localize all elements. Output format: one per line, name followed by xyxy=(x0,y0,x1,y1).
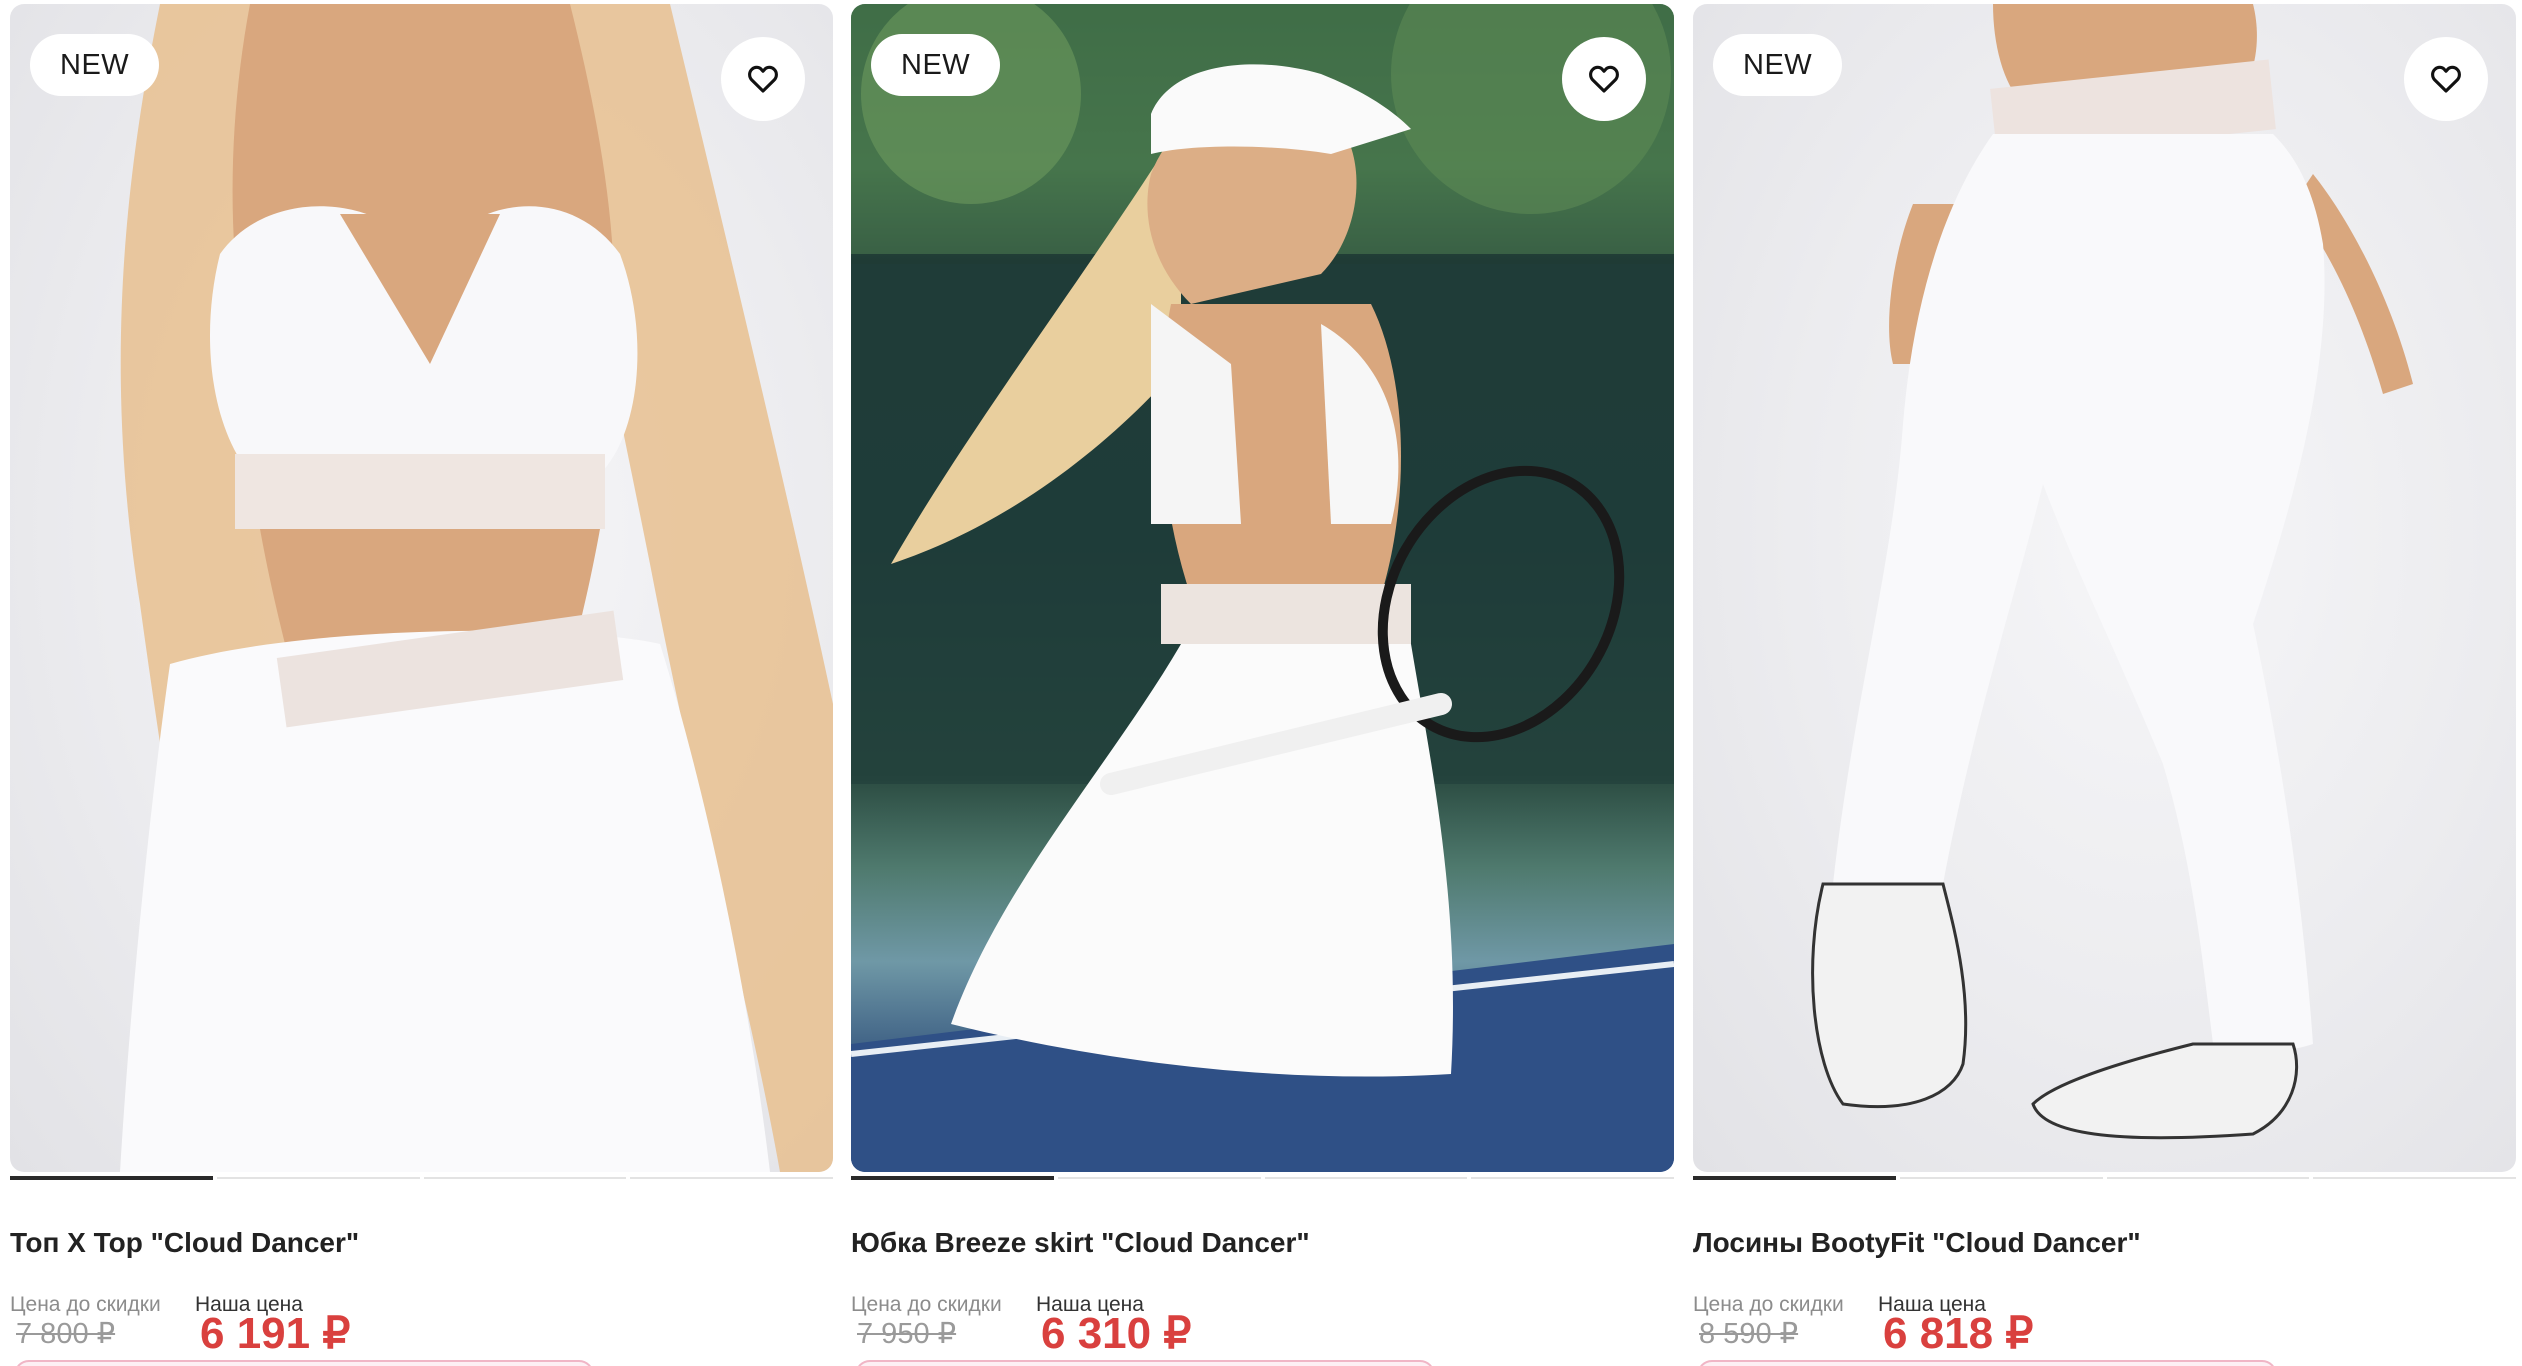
old-price-label: Цена до скидки xyxy=(851,1293,1002,1316)
heart-icon xyxy=(2431,65,2461,93)
product-image[interactable]: NEW xyxy=(851,4,1674,1172)
slide-indicators[interactable] xyxy=(851,1176,1674,1180)
product-photo-illustration xyxy=(851,4,1674,1172)
heart-icon xyxy=(1589,65,1619,93)
product-photo-illustration xyxy=(120,4,833,1172)
slide-indicator[interactable] xyxy=(423,1177,627,1179)
product-title[interactable]: Лосины BootyFit "Cloud Dancer" xyxy=(1693,1227,2141,1259)
favorite-button[interactable] xyxy=(2404,37,2488,121)
sale-price: 6 818 ₽ xyxy=(1883,1309,2034,1358)
new-badge: NEW xyxy=(1713,34,1843,96)
slide-indicators[interactable] xyxy=(10,1176,833,1180)
old-price: 8 590 ₽ xyxy=(1699,1318,1799,1350)
favorite-button[interactable] xyxy=(721,37,805,121)
old-price: 7 800 ₽ xyxy=(16,1318,116,1350)
product-title[interactable]: Юбка Breeze skirt "Cloud Dancer" xyxy=(851,1227,1310,1259)
product-card[interactable]: NEW Топ X Top "Cloud Dancer" Цена до ски… xyxy=(10,0,833,1366)
slide-indicator[interactable] xyxy=(1264,1177,1468,1179)
sale-price: 6 191 ₽ xyxy=(200,1309,351,1358)
product-photo-illustration xyxy=(1811,4,2413,1140)
slide-indicators[interactable] xyxy=(1693,1176,2516,1180)
sale-price: 6 310 ₽ xyxy=(1041,1309,1192,1358)
slide-indicator[interactable] xyxy=(1471,1177,1674,1179)
slide-indicator[interactable] xyxy=(1057,1177,1261,1179)
add-to-cart-button[interactable] xyxy=(14,1360,594,1366)
old-price-label: Цена до скидки xyxy=(1693,1293,1844,1316)
slide-indicator[interactable] xyxy=(2313,1177,2516,1179)
product-card[interactable]: NEW Юбка Breeze skirt "Cloud Dancer" Цен… xyxy=(851,0,1674,1366)
product-grid: NEW Топ X Top "Cloud Dancer" Цена до ски… xyxy=(0,0,2522,1366)
slide-indicator[interactable] xyxy=(1899,1177,2103,1179)
slide-indicator[interactable] xyxy=(2106,1177,2310,1179)
product-image[interactable]: NEW xyxy=(10,4,833,1172)
slide-indicator[interactable] xyxy=(10,1176,213,1180)
product-card[interactable]: NEW Лосины BootyFit "Cloud Dancer" Цена … xyxy=(1693,0,2516,1366)
product-title[interactable]: Топ X Top "Cloud Dancer" xyxy=(10,1227,359,1259)
new-badge: NEW xyxy=(30,34,160,96)
favorite-button[interactable] xyxy=(1562,37,1646,121)
slide-indicator[interactable] xyxy=(630,1177,833,1179)
old-price-label: Цена до скидки xyxy=(10,1293,161,1316)
slide-indicator[interactable] xyxy=(216,1177,420,1179)
add-to-cart-button[interactable] xyxy=(855,1360,1435,1366)
product-image[interactable]: NEW xyxy=(1693,4,2516,1172)
old-price: 7 950 ₽ xyxy=(857,1318,957,1350)
slide-indicator[interactable] xyxy=(851,1176,1054,1180)
slide-indicator[interactable] xyxy=(1693,1176,1896,1180)
new-badge: NEW xyxy=(871,34,1001,96)
add-to-cart-button[interactable] xyxy=(1697,1360,2277,1366)
heart-icon xyxy=(748,65,778,93)
